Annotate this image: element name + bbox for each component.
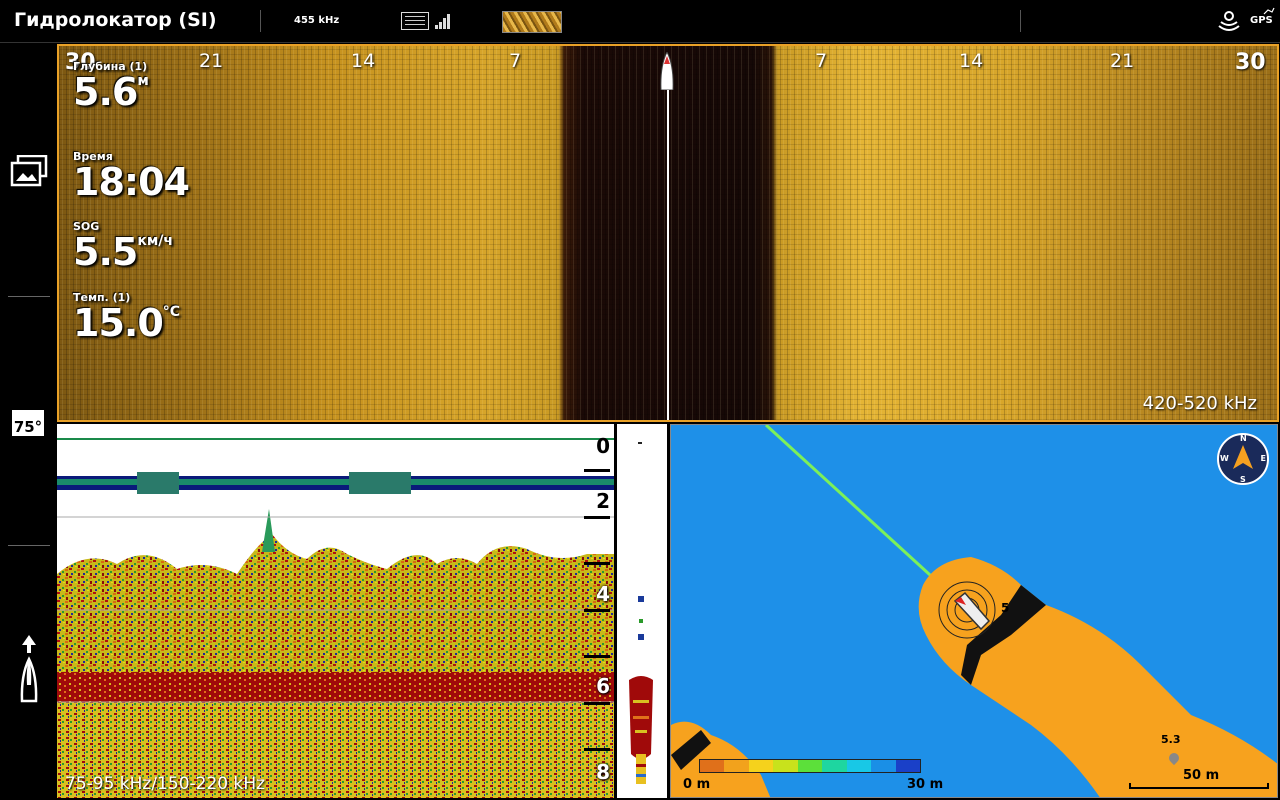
scale-bar-label: 50 m [1183, 768, 1220, 783]
time-readout: Время 18:04 [73, 150, 190, 204]
water-temp-value: 15.0 [73, 301, 164, 345]
temperature-badge[interactable]: 75° [12, 406, 44, 436]
side-imaging-view[interactable]: 30 21 14 7 7 14 21 30 Глубина (1) 5.6м В… [57, 44, 1279, 422]
legend-max-label: 30 m [907, 777, 944, 792]
depth-marker[interactable]: 5.3 [1161, 728, 1181, 747]
depth-marker-value: 5.3 [1161, 733, 1181, 746]
time-value: 18:04 [73, 160, 190, 204]
boat-heading-icon[interactable] [18, 635, 40, 705]
legend-color-swatch [822, 760, 847, 772]
legend-color-swatch [700, 760, 725, 772]
down-sonar-view[interactable]: 0 2 4 6 8 75-95 kHz/150-220 kHz [57, 424, 614, 798]
boat-icon [660, 52, 674, 90]
range-label-left: 7 [509, 50, 522, 72]
chart-map-view[interactable]: 5 N E S W 5.3 0 m 30 m 50 m [670, 424, 1278, 798]
flasher-returns [629, 442, 653, 784]
contour-depth-label: 5 [1001, 601, 1010, 615]
depth-unit: м [137, 73, 149, 89]
depth-tick [584, 562, 610, 565]
legend-color-swatch [797, 760, 823, 772]
depth-tick [584, 609, 610, 612]
range-label-right: 30 [1235, 50, 1266, 75]
depth-readout: Глубина (1) 5.6м [73, 60, 149, 111]
legend-color-swatch [748, 760, 774, 772]
sonar-view-icon[interactable] [401, 12, 429, 30]
compass-rose[interactable]: N E S W [1217, 433, 1269, 485]
temperature-badge-label: 75° [13, 418, 43, 436]
compass-north: N [1240, 434, 1247, 443]
range-label-left: 14 [351, 50, 376, 72]
compass-south: S [1240, 475, 1246, 484]
water-temp-readout: Темп. (1) 15.0°C [73, 291, 180, 342]
sonar-frequency: 75-95 kHz/150-220 kHz [65, 774, 266, 794]
sonar-transmit-icon [1218, 11, 1240, 31]
signal-strength-icon [435, 14, 450, 29]
flasher-bar [614, 424, 667, 798]
depth-tick [584, 748, 610, 751]
range-label-right: 14 [959, 50, 984, 72]
range-label-right: 21 [1110, 50, 1135, 72]
sonar-returns [57, 438, 614, 798]
boat-track-line [667, 88, 669, 420]
depth-legend [699, 759, 921, 773]
depth-tick [584, 469, 610, 472]
sog-value: 5.5 [73, 230, 138, 274]
legend-color-swatch [871, 760, 896, 772]
compass-west: W [1220, 454, 1229, 463]
depth-scale-label: 6 [596, 674, 610, 698]
gps-signal-icon [1263, 7, 1275, 15]
legend-color-swatch [846, 760, 872, 772]
sog-unit: км/ч [137, 233, 173, 249]
sidebar-divider [8, 296, 50, 297]
sog-readout: SOG 5.5км/ч [73, 220, 173, 271]
side-imaging-thumbnail[interactable] [502, 11, 562, 33]
depth-scale-label: 8 [596, 760, 610, 784]
divider [260, 10, 261, 32]
left-sidebar: 75° [0, 43, 57, 800]
depth-scale-label: 0 [596, 434, 610, 458]
sidebar-divider [8, 545, 50, 546]
legend-color-swatch [773, 760, 798, 772]
gallery-icon[interactable] [10, 155, 48, 187]
scale-bar [1129, 783, 1269, 789]
page-title[interactable]: Гидролокатор (SI) [14, 9, 217, 31]
depth-scale-label: 4 [596, 582, 610, 606]
legend-color-swatch [895, 760, 920, 772]
legend-color-swatch [724, 760, 749, 772]
legend-min-label: 0 m [683, 777, 711, 792]
divider [1020, 10, 1021, 32]
top-status-bar: Гидролокатор (SI) 455 kHz GPS [0, 0, 1280, 43]
depth-tick [584, 516, 610, 519]
range-label-left: 21 [199, 50, 224, 72]
water-temp-unit: °C [162, 304, 181, 320]
depth-tick [584, 702, 610, 705]
frequency-indicator: 455 kHz [294, 15, 340, 26]
gps-status: GPS [1250, 15, 1273, 26]
depth-tick [584, 655, 610, 658]
compass-east: E [1260, 454, 1266, 463]
map-canvas [671, 425, 1277, 797]
range-label-right: 7 [815, 50, 828, 72]
side-imaging-frequency: 420-520 kHz [1142, 393, 1257, 414]
depth-scale-label: 2 [596, 489, 610, 513]
depth-value: 5.6 [73, 70, 138, 114]
